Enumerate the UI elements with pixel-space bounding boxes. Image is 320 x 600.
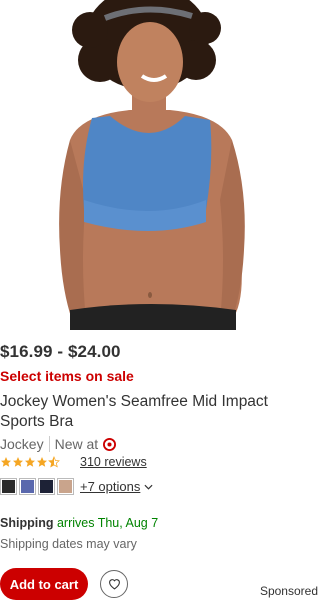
swatch-tan[interactable] — [57, 478, 74, 495]
new-at-label: New at — [54, 436, 99, 452]
brand-link[interactable]: Jockey — [0, 436, 44, 452]
reviews-link[interactable]: 310 reviews — [80, 455, 147, 469]
star-half-icon — [48, 456, 60, 468]
divider — [48, 436, 50, 452]
product-image[interactable] — [0, 0, 318, 330]
more-options-label: +7 options — [80, 479, 141, 494]
star-rating — [0, 456, 60, 468]
chevron-down-icon — [144, 484, 153, 490]
target-logo-icon — [103, 437, 117, 451]
shipping-note: Shipping dates may vary — [0, 537, 137, 551]
star-icon — [37, 457, 47, 467]
more-options-link[interactable]: +7 options — [80, 479, 153, 494]
swatch-blue[interactable] — [19, 478, 36, 495]
favorite-button[interactable] — [100, 570, 128, 598]
rating-row[interactable]: 310 reviews — [0, 455, 147, 469]
heart-icon — [108, 579, 120, 590]
product-title[interactable]: Jockey Women's Seamfree Mid Impact Sport… — [0, 392, 300, 432]
color-swatches: +7 options — [0, 478, 153, 495]
shipping-date: arrives Thu, Aug 7 — [56, 516, 159, 530]
star-icon — [1, 457, 11, 467]
sponsored-label: Sponsored — [259, 584, 318, 598]
star-icon — [13, 457, 23, 467]
swatch-black[interactable] — [0, 478, 17, 495]
shipping-label: Shipping — [0, 516, 54, 530]
brand-row: Jockey New at — [0, 436, 117, 452]
add-to-cart-button[interactable]: Add to cart — [0, 568, 88, 600]
shipping-info: Shipping arrives Thu, Aug 7 — [0, 516, 158, 530]
price: $16.99 - $24.00 — [0, 342, 121, 361]
swatch-navy[interactable] — [38, 478, 55, 495]
star-icon — [25, 457, 35, 467]
sale-link[interactable]: Select items on sale — [0, 368, 134, 384]
